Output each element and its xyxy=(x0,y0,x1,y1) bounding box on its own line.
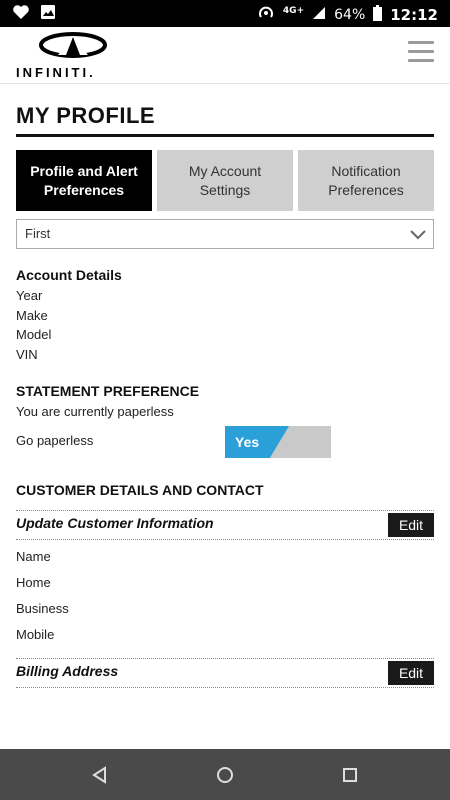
edit-customer-info-button[interactable]: Edit xyxy=(388,513,434,537)
menu-bar xyxy=(408,50,434,53)
tab-profile-alert-preferences[interactable]: Profile and Alert Preferences xyxy=(16,150,152,211)
statement-preference-heading: STATEMENT PREFERENCE xyxy=(16,383,200,399)
image-icon xyxy=(40,4,56,24)
network-type: 4G+ xyxy=(282,6,305,16)
home-icon[interactable] xyxy=(215,765,235,785)
status-bar: 4G+ 64% 12:12 xyxy=(0,0,450,27)
menu-bar xyxy=(408,41,434,44)
tab-notification-preferences[interactable]: Notification Preferences xyxy=(298,150,434,211)
battery-percent: 64% xyxy=(334,7,366,23)
billing-address-label: Billing Address xyxy=(16,663,119,679)
customer-details-heading: CUSTOMER DETAILS AND CONTACT xyxy=(16,482,264,498)
recents-icon[interactable] xyxy=(340,765,360,785)
site-header: INFINITI. xyxy=(0,27,450,84)
infiniti-emblem-icon xyxy=(39,32,107,58)
paperless-status: You are currently paperless xyxy=(16,404,174,419)
chevron-down-icon xyxy=(410,230,426,240)
tab-my-account-settings[interactable]: My Account Settings xyxy=(157,150,293,211)
account-field-model: Model xyxy=(16,327,52,342)
account-field-year: Year xyxy=(16,288,43,303)
customer-field-business: Business xyxy=(16,601,69,616)
hotspot-icon xyxy=(257,4,275,26)
account-field-vin: VIN xyxy=(16,347,38,362)
toggle-yes-label: Yes xyxy=(225,426,289,458)
billing-address-row: Billing Address Edit xyxy=(16,658,434,688)
title-divider xyxy=(16,134,434,137)
vehicle-select[interactable]: First xyxy=(16,219,434,249)
logo-wordmark: INFINITI. xyxy=(16,65,96,80)
customer-field-mobile: Mobile xyxy=(16,627,55,642)
paperless-toggle[interactable]: Yes xyxy=(225,426,331,458)
system-nav-bar xyxy=(0,749,450,800)
customer-field-name: Name xyxy=(16,549,51,564)
go-paperless-label: Go paperless xyxy=(16,433,94,448)
battery-icon xyxy=(373,5,383,25)
account-field-make: Make xyxy=(16,308,48,323)
edit-billing-address-button[interactable]: Edit xyxy=(388,661,434,685)
update-customer-info-row: Update Customer Information Edit xyxy=(16,510,434,540)
profile-tabs: Profile and Alert Preferences My Account… xyxy=(16,150,434,211)
heart-icon xyxy=(12,4,30,24)
menu-bar xyxy=(408,59,434,62)
update-customer-info-label: Update Customer Information xyxy=(16,515,214,531)
vehicle-select-value: First xyxy=(25,226,51,241)
signal-icon xyxy=(312,6,326,24)
customer-field-home: Home xyxy=(16,575,51,590)
infiniti-logo[interactable]: INFINITI. xyxy=(16,31,126,80)
back-icon[interactable] xyxy=(90,765,110,785)
page-title: MY PROFILE xyxy=(16,103,156,128)
clock: 12:12 xyxy=(390,6,438,24)
hamburger-menu-button[interactable] xyxy=(408,41,434,65)
account-details-heading: Account Details xyxy=(16,267,122,283)
